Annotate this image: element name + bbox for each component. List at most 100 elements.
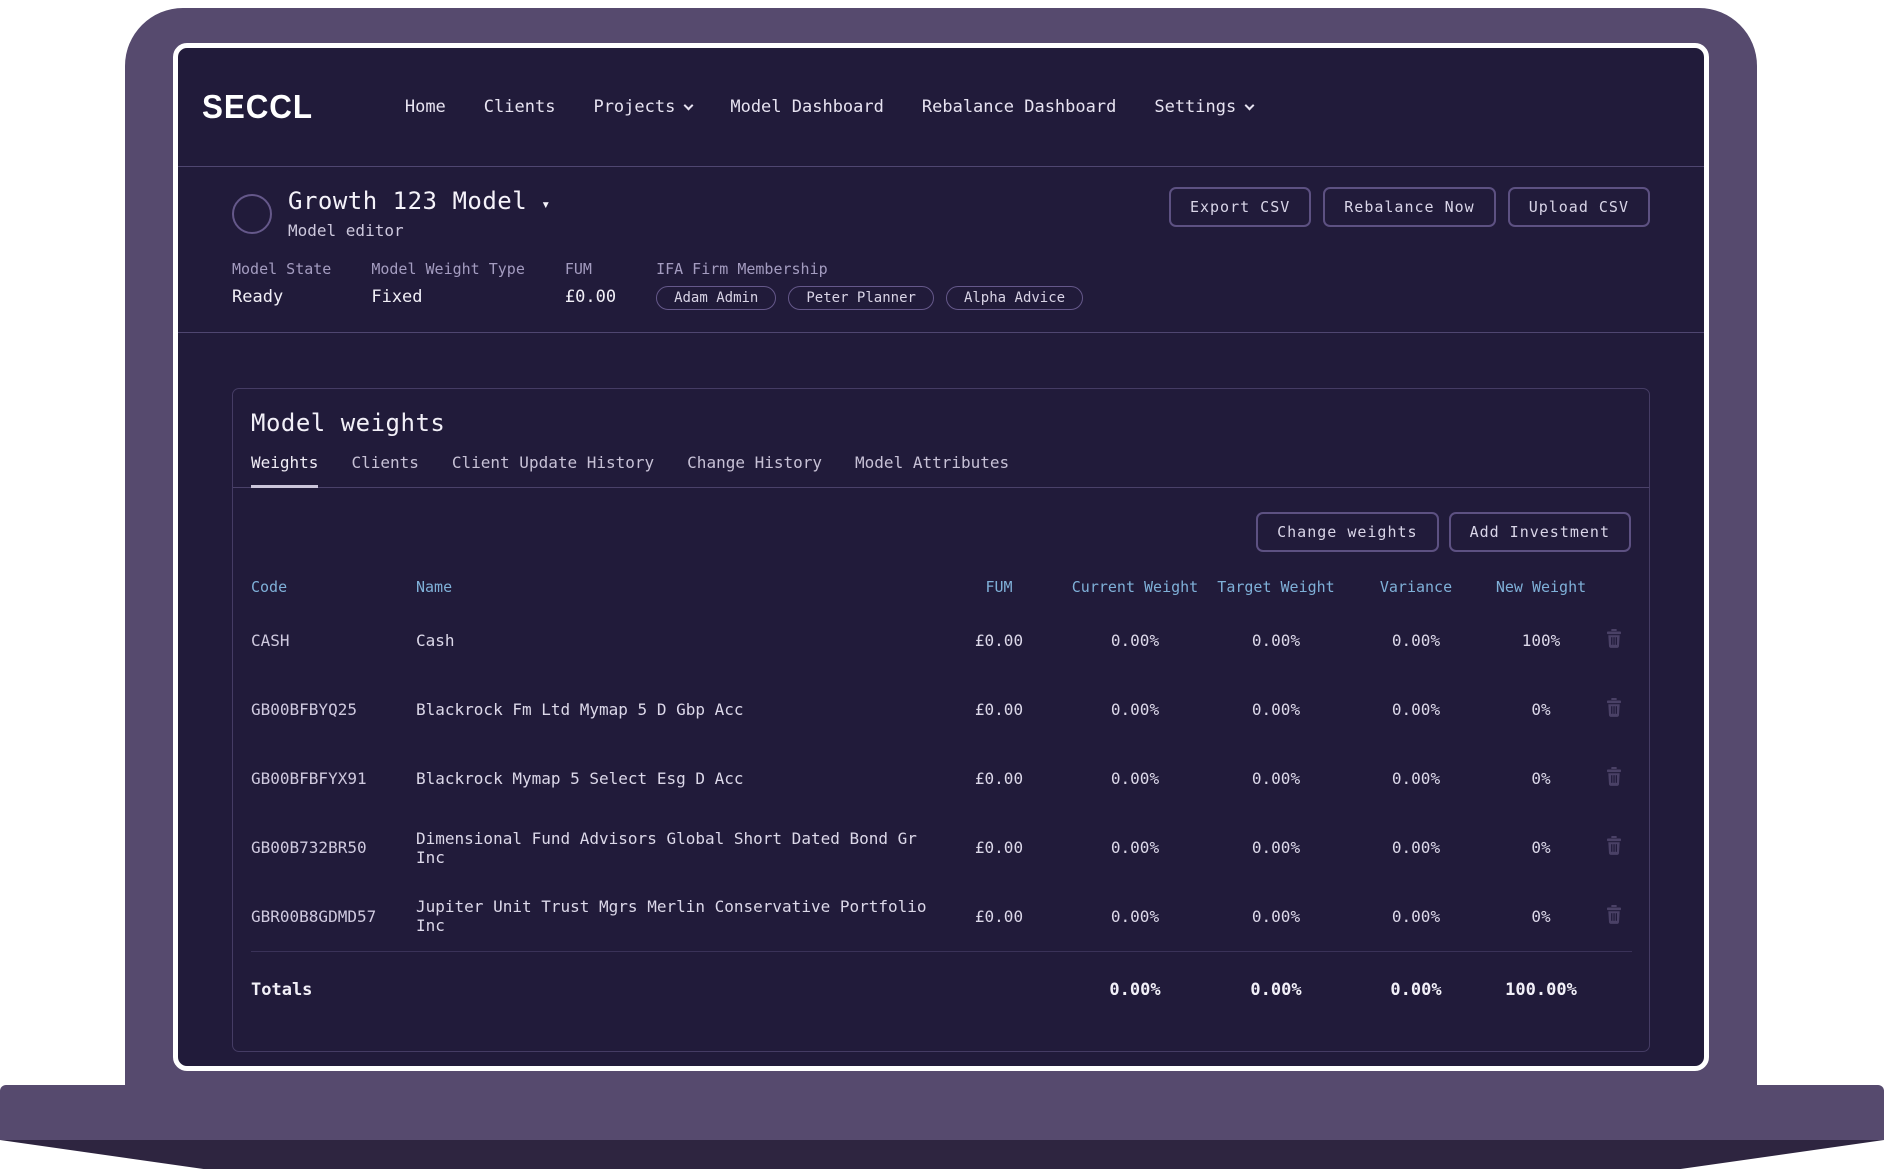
nav-item-label: Rebalance Dashboard — [922, 97, 1116, 117]
table-row: GBR00B8GDMD57 Jupiter Unit Trust Mgrs Me… — [251, 882, 1632, 951]
cell-current-weight: 0.00% — [1064, 744, 1206, 813]
meta-weight-type: Model Weight Type Fixed — [371, 260, 525, 307]
totals-variance: 0.00% — [1346, 951, 1486, 1029]
cell-code: GB00BFBFYX91 — [251, 744, 416, 813]
card-title: Model weights — [233, 389, 1649, 437]
cell-new-weight: 0% — [1486, 675, 1596, 744]
table-row: GB00BFBYQ25 Blackrock Fm Ltd Mymap 5 D G… — [251, 675, 1632, 744]
col-header-current-weight: Current Weight — [1064, 578, 1206, 606]
cell-target-weight: 0.00% — [1206, 675, 1346, 744]
title-caret-down-icon[interactable]: ▾ — [541, 195, 551, 213]
model-meta: Model State Ready Model Weight Type Fixe… — [232, 260, 1650, 310]
membership-pill[interactable]: Adam Admin — [656, 286, 776, 310]
cell-variance: 0.00% — [1346, 744, 1486, 813]
card-action-button[interactable]: Change weights — [1256, 512, 1438, 552]
tab[interactable]: Clients — [351, 453, 418, 488]
totals-current-weight: 0.00% — [1064, 951, 1206, 1029]
cell-fum: £0.00 — [934, 675, 1064, 744]
cell-name: Blackrock Fm Ltd Mymap 5 D Gbp Acc — [416, 675, 934, 744]
nav-item[interactable]: Settings — [1154, 97, 1253, 117]
header-action-button[interactable]: Export CSV — [1169, 187, 1311, 227]
seccl-logo[interactable]: SECCL — [202, 88, 313, 126]
nav-item[interactable]: Model Dashboard — [730, 97, 884, 117]
meta-ifa-membership: IFA Firm Membership Adam AdminPeter Plan… — [656, 260, 1083, 310]
cell-variance: 0.00% — [1346, 675, 1486, 744]
totals-new-weight: 100.00% — [1486, 951, 1596, 1029]
cell-name: Dimensional Fund Advisors Global Short D… — [416, 813, 934, 882]
cell-name: Jupiter Unit Trust Mgrs Merlin Conservat… — [416, 882, 934, 951]
totals-target-weight: 0.00% — [1206, 951, 1346, 1029]
trash-icon[interactable] — [1606, 836, 1622, 855]
table-header-row: Code Name FUM Current Weight Target Weig… — [251, 578, 1632, 606]
cell-variance: 0.00% — [1346, 882, 1486, 951]
page-header: Growth 123 Model▾ Model editor Export CS… — [178, 167, 1704, 333]
page-subtitle: Model editor — [288, 221, 551, 240]
cell-name: Blackrock Mymap 5 Select Esg D Acc — [416, 744, 934, 813]
nav-item[interactable]: Projects — [593, 97, 692, 117]
cell-current-weight: 0.00% — [1064, 675, 1206, 744]
cell-new-weight: 100% — [1486, 606, 1596, 675]
card-action-button[interactable]: Add Investment — [1449, 512, 1631, 552]
laptop-front-edge — [0, 1140, 1884, 1169]
nav-item-label: Projects — [593, 97, 675, 117]
membership-pill[interactable]: Alpha Advice — [946, 286, 1083, 310]
table-row: GB00B732BR50 Dimensional Fund Advisors G… — [251, 813, 1632, 882]
col-header-name: Name — [416, 578, 934, 606]
nav-item[interactable]: Home — [405, 97, 446, 117]
chevron-down-icon — [1245, 100, 1255, 110]
cell-current-weight: 0.00% — [1064, 813, 1206, 882]
cell-current-weight: 0.00% — [1064, 606, 1206, 675]
totals-row: Totals 0.00% 0.00% 0.00% 100.00% — [251, 951, 1632, 1029]
main-content: Model weights Weights Clients Client Updat… — [178, 333, 1704, 1052]
cell-fum: £0.00 — [934, 882, 1064, 951]
col-header-new-weight: New Weight — [1486, 578, 1596, 606]
col-header-fum: FUM — [934, 578, 1064, 606]
cell-target-weight: 0.00% — [1206, 813, 1346, 882]
nav-item[interactable]: Rebalance Dashboard — [922, 97, 1116, 117]
cell-target-weight: 0.00% — [1206, 606, 1346, 675]
meta-model-state: Model State Ready — [232, 260, 331, 307]
header-actions: Export CSV Rebalance Now Upload CSV — [1169, 187, 1650, 227]
membership-pill[interactable]: Peter Planner — [788, 286, 934, 310]
header-action-button[interactable]: Rebalance Now — [1323, 187, 1495, 227]
cell-current-weight: 0.00% — [1064, 882, 1206, 951]
card-actions: Change weights Add Investment — [233, 488, 1649, 552]
col-header-code: Code — [251, 578, 416, 606]
laptop-mockup: SECCL Home Clients Projects Model Dashbo… — [0, 0, 1884, 1169]
cell-new-weight: 0% — [1486, 882, 1596, 951]
cell-new-weight: 0% — [1486, 744, 1596, 813]
laptop-base — [0, 1085, 1884, 1140]
tab[interactable]: Client Update History — [452, 453, 654, 488]
trash-icon[interactable] — [1606, 698, 1622, 717]
model-weights-card: Model weights Weights Clients Client Updat… — [232, 388, 1650, 1052]
cell-target-weight: 0.00% — [1206, 882, 1346, 951]
trash-icon[interactable] — [1606, 629, 1622, 648]
nav-items: Home Clients Projects Model Dashboard Re… — [405, 97, 1253, 117]
cell-fum: £0.00 — [934, 744, 1064, 813]
tab[interactable]: Model Attributes — [855, 453, 1009, 488]
cell-code: GB00B732BR50 — [251, 813, 416, 882]
col-header-target-weight: Target Weight — [1206, 578, 1346, 606]
weight-type-value: Fixed — [371, 287, 525, 307]
cell-code: GBR00B8GDMD57 — [251, 882, 416, 951]
nav-item-label: Home — [405, 97, 446, 117]
tab[interactable]: Change History — [687, 453, 822, 488]
table-row: GB00BFBFYX91 Blackrock Mymap 5 Select Es… — [251, 744, 1632, 813]
tab[interactable]: Weights — [251, 453, 318, 488]
cell-variance: 0.00% — [1346, 606, 1486, 675]
weights-table: Code Name FUM Current Weight Target Weig… — [251, 578, 1632, 1029]
trash-icon[interactable] — [1606, 767, 1622, 786]
app-screen: SECCL Home Clients Projects Model Dashbo… — [173, 43, 1709, 1071]
meta-fum: FUM £0.00 — [565, 260, 616, 307]
chevron-down-icon — [684, 100, 694, 110]
top-nav: SECCL Home Clients Projects Model Dashbo… — [178, 48, 1704, 167]
trash-icon[interactable] — [1606, 905, 1622, 924]
header-action-button[interactable]: Upload CSV — [1508, 187, 1650, 227]
nav-item-label: Model Dashboard — [730, 97, 884, 117]
model-state-value: Ready — [232, 287, 331, 307]
membership-pills: Adam Admin Peter Planner Alpha Advice — [656, 286, 1083, 310]
cell-name: Cash — [416, 606, 934, 675]
nav-item[interactable]: Clients — [484, 97, 556, 117]
table-row: CASH Cash £0.00 0.00% 0.00% 0.00% 100% — [251, 606, 1632, 675]
cell-target-weight: 0.00% — [1206, 744, 1346, 813]
